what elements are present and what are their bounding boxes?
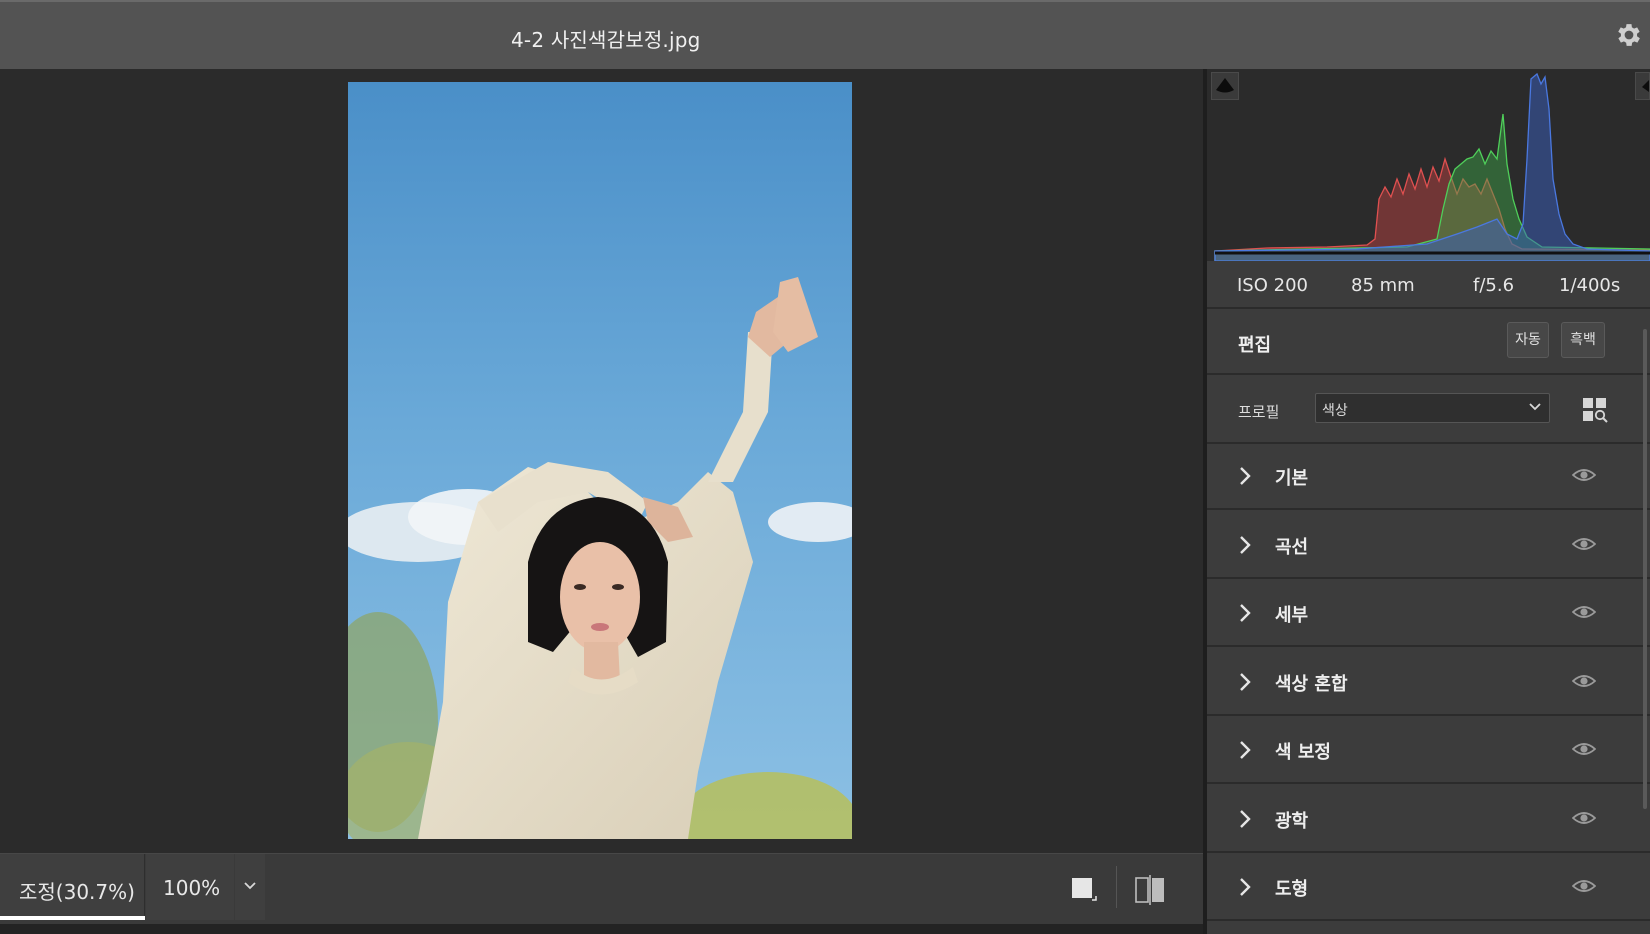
visibility-eye-icon[interactable] <box>1572 466 1596 484</box>
zoom-100-label: 100% <box>163 876 221 900</box>
visibility-eye-icon[interactable] <box>1572 535 1596 553</box>
title-bar: 4-2 사진색감보정.jpg <box>0 0 1650 69</box>
section-curve[interactable]: 곡선 <box>1207 513 1650 579</box>
exif-focal-length: 85 mm <box>1351 275 1415 296</box>
black-white-button[interactable]: 흑백 <box>1561 322 1605 358</box>
zoom-fit-label: 조정(30.7%) <box>19 880 135 904</box>
before-after-icon[interactable] <box>1134 874 1166 906</box>
chevron-down-icon <box>1529 403 1541 411</box>
section-label: 곡선 <box>1275 537 1309 558</box>
chevron-right-icon <box>1240 536 1251 554</box>
document-title: 4-2 사진색감보정.jpg <box>511 28 701 52</box>
section-label: 색 보정 <box>1275 742 1331 763</box>
visibility-eye-icon[interactable] <box>1572 672 1596 690</box>
profile-label: 프로필 <box>1238 403 1280 421</box>
profile-row: 프로필 색상 <box>1207 375 1650 444</box>
section-label: 세부 <box>1275 605 1309 626</box>
toolbar-divider <box>1116 866 1117 908</box>
exif-iso: ISO 200 <box>1237 275 1308 296</box>
profile-browser-grid-icon[interactable] <box>1580 395 1610 425</box>
visibility-eye-icon[interactable] <box>1572 877 1596 895</box>
single-view-icon[interactable] <box>1070 876 1098 904</box>
chevron-right-icon <box>1240 878 1251 896</box>
auto-button[interactable]: 자동 <box>1507 322 1549 358</box>
zoom-100-button[interactable]: 100% <box>146 854 234 920</box>
visibility-eye-icon[interactable] <box>1572 740 1596 758</box>
chevron-right-icon <box>1240 467 1251 485</box>
visibility-eye-icon[interactable] <box>1572 603 1596 621</box>
profile-select[interactable]: 색상 <box>1315 393 1550 423</box>
section-basic[interactable]: 기본 <box>1207 444 1650 510</box>
edit-panel: ISO 200 85 mm f/5.6 1/400s 편집 자동 흑백 프로필 … <box>1207 69 1650 934</box>
histogram <box>1207 69 1650 261</box>
zoom-dropdown-button[interactable] <box>235 854 265 920</box>
exif-aperture: f/5.6 <box>1473 275 1515 296</box>
edit-header: 편집 자동 흑백 <box>1207 309 1650 375</box>
section-optics[interactable]: 광학 <box>1207 787 1650 853</box>
bottom-toolbar: 조정(30.7%) 100% <box>0 853 1203 934</box>
histogram-graph <box>1214 72 1650 261</box>
section-detail[interactable]: 세부 <box>1207 581 1650 647</box>
chevron-right-icon <box>1240 604 1251 622</box>
section-color-grading[interactable]: 색 보정 <box>1207 718 1650 784</box>
photo-preview[interactable] <box>348 82 852 839</box>
chevron-right-icon <box>1240 741 1251 759</box>
profile-select-value: 색상 <box>1322 403 1348 419</box>
edit-title: 편집 <box>1238 335 1272 356</box>
exif-shutter-speed: 1/400s <box>1559 275 1621 296</box>
chevron-down-icon <box>244 882 256 890</box>
active-indicator <box>0 916 145 920</box>
zoom-fit-button[interactable]: 조정(30.7%) <box>0 854 145 920</box>
chevron-right-icon <box>1240 673 1251 691</box>
visibility-eye-icon[interactable] <box>1572 809 1596 827</box>
gear-icon[interactable] <box>1614 20 1644 50</box>
chevron-right-icon <box>1240 810 1251 828</box>
footer-strip <box>0 924 1203 934</box>
section-geometry[interactable]: 도형 <box>1207 855 1650 921</box>
section-color-mixer[interactable]: 색상 혼합 <box>1207 650 1650 716</box>
image-canvas[interactable] <box>0 69 1203 853</box>
exif-info: ISO 200 85 mm f/5.6 1/400s <box>1207 261 1650 309</box>
section-label: 광학 <box>1275 811 1309 832</box>
section-label: 기본 <box>1275 468 1309 489</box>
panel-scrollbar[interactable] <box>1643 329 1647 809</box>
section-label: 색상 혼합 <box>1275 674 1348 695</box>
section-label: 도형 <box>1275 879 1309 900</box>
